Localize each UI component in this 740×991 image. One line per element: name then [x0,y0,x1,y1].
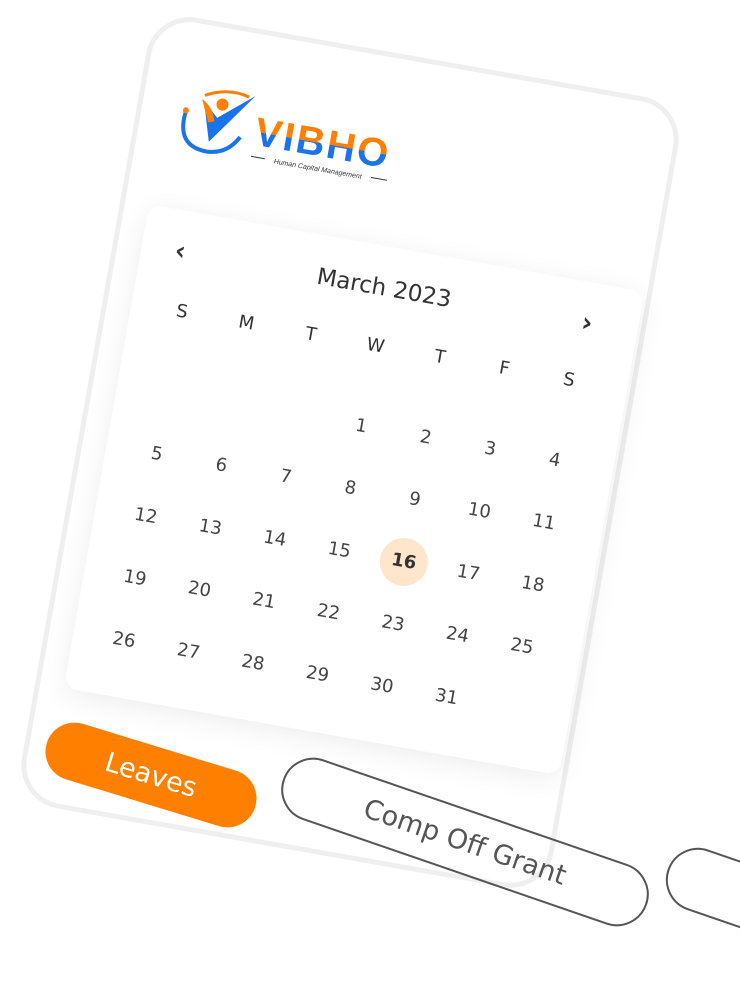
vibho-logo: VIBHO Human Capital Management [181,90,394,181]
day-cell-selected[interactable]: 16 [375,534,432,590]
day-cell[interactable]: 19 [107,551,163,607]
day-cell[interactable]: 2 [398,410,454,466]
calendar-card: ‹ March 2023 › S M T W T F S 1 2 3 4 5 6 7 8 9 10 11 12 13 1… [63,204,645,776]
day-cell[interactable]: 30 [354,658,410,714]
month-label: March 2023 [314,263,454,314]
day-cell[interactable]: 18 [505,557,561,613]
weekday-header: W [364,333,387,358]
weekday-header: F [497,357,512,380]
weekday-header: T [303,323,319,346]
day-cell[interactable]: 23 [365,596,421,652]
weekday-header: S [174,300,190,324]
day-cell[interactable]: 7 [258,449,314,505]
day-cell[interactable]: 8 [322,461,378,517]
day-cell[interactable]: 12 [118,489,174,545]
day-cell[interactable]: 10 [451,484,507,540]
day-cell[interactable]: 22 [301,585,357,641]
day-cell[interactable]: 4 [527,433,583,489]
day-cell[interactable]: 15 [311,523,367,579]
day-cell[interactable]: 25 [494,619,550,675]
day-cell[interactable]: 3 [462,421,518,477]
day-cell[interactable]: 9 [387,472,443,528]
day-cell[interactable]: 1 [333,399,389,455]
day-cell[interactable]: 21 [236,573,292,629]
weekday-header: S [561,368,577,392]
day-cell[interactable]: 29 [290,647,346,703]
day-cell[interactable]: 28 [225,636,281,692]
day-cell[interactable]: 5 [129,427,185,483]
day-cell[interactable]: 20 [172,562,228,618]
tab-next[interactable] [657,839,740,991]
day-cell[interactable]: 11 [516,495,572,551]
day-cell[interactable]: 26 [96,613,152,669]
day-cell[interactable]: 13 [182,500,238,556]
day-cell[interactable]: 31 [419,670,475,726]
weekday-header: M [236,311,256,335]
day-cell[interactable]: 6 [193,438,249,494]
day-cell[interactable]: 27 [161,624,217,680]
weekday-header: T [432,345,448,369]
chevron-left-icon[interactable]: ‹ [172,236,188,267]
day-cell[interactable]: 14 [247,511,303,567]
chevron-right-icon[interactable]: › [579,307,595,338]
day-cell[interactable]: 17 [441,546,497,602]
day-cell[interactable]: 24 [430,608,486,664]
